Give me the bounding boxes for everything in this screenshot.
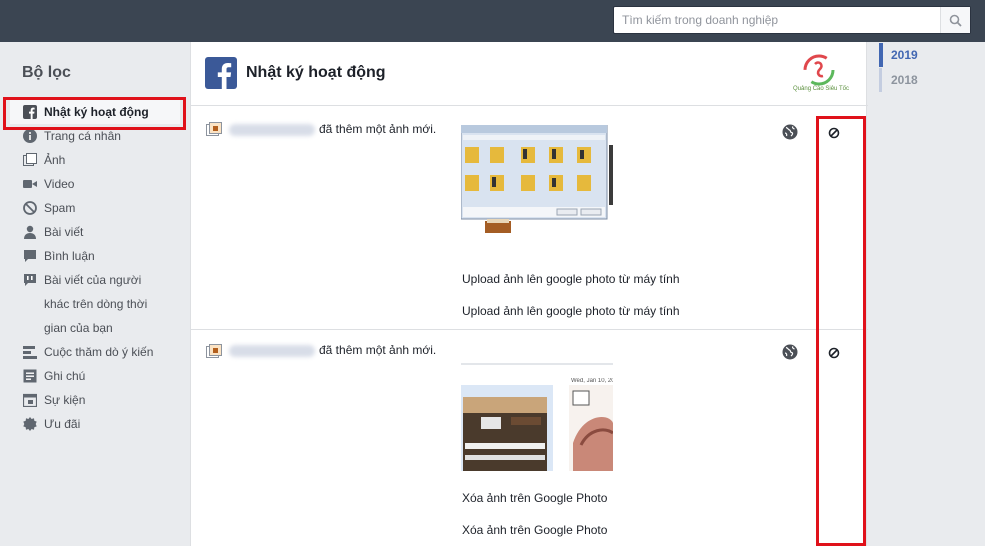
sidebar-item-posts[interactable]: Bài viết	[0, 220, 190, 244]
sidebar-item-label: Cuộc thăm dò ý kiến	[44, 345, 154, 359]
sidebar-item-label: Spam	[44, 201, 76, 215]
sidebar-item-video[interactable]: Video	[0, 172, 190, 196]
sidebar-item-spam[interactable]: Spam	[0, 196, 190, 220]
sidebar-item-label: Bài viết của người	[44, 273, 142, 287]
photo-icon	[23, 153, 37, 167]
search-box	[613, 6, 971, 34]
facebook-logo	[205, 57, 237, 89]
sidebar-item-label-cont: khác trên dòng thời	[44, 297, 148, 311]
spam-icon	[23, 201, 37, 215]
photo-post-icon	[206, 122, 222, 136]
sidebar-item-label: Bài viết	[44, 225, 84, 239]
author-name-blurred[interactable]	[229, 345, 315, 357]
top-bar	[0, 0, 985, 42]
search-icon	[949, 14, 962, 27]
sidebar-item-label: Ảnh	[44, 153, 66, 167]
search-button[interactable]	[940, 7, 970, 33]
sidebar-item-label: Bình luận	[44, 249, 95, 263]
sidebar-item-polls[interactable]: Cuộc thăm dò ý kiến	[0, 340, 190, 364]
photo-description: Xóa ảnh trên Google Photo	[462, 523, 608, 537]
page-title: Nhật ký hoạt động	[246, 64, 386, 81]
year-2018[interactable]: 2018	[879, 68, 985, 92]
sidebar-item-label: Trang cá nhân	[44, 129, 121, 143]
activity-log-panel: Nhật ký hoạt động Quảng Cáo Siêu Tốc đã …	[190, 42, 868, 546]
filter-nav: Nhật ký hoạt động Trang cá nhân Ảnh Vide…	[0, 100, 190, 436]
filter-title: Bộ lọc	[22, 64, 71, 81]
sidebar-item-others-posts[interactable]: Bài viết của người	[0, 268, 190, 292]
brand-logo-text: Quảng Cáo Siêu Tốc	[793, 86, 849, 92]
sidebar-item-label: Sự kiện	[44, 393, 86, 407]
photo-description: Upload ảnh lên google photo từ máy tính	[462, 304, 680, 318]
highlight-box-activity-log	[3, 97, 186, 130]
activity-entry: đã thêm một ảnh mới. Upload ảnh lên goog…	[191, 112, 868, 330]
sidebar-item-events[interactable]: Sự kiện	[0, 388, 190, 412]
sidebar-item-label: Ưu đãi	[44, 417, 81, 431]
photo-caption: Upload ảnh lên google photo từ máy tính	[462, 272, 680, 286]
photo-date-label: Wed, Jan 10, 201	[571, 378, 613, 384]
activity-text: đã thêm một ảnh mới.	[319, 122, 437, 136]
person-icon	[23, 225, 37, 239]
sidebar-item-photos[interactable]: Ảnh	[0, 148, 190, 172]
photo-post-icon	[206, 344, 222, 358]
offer-icon	[23, 417, 37, 431]
calendar-icon	[23, 393, 37, 407]
globe-icon[interactable]	[782, 124, 798, 140]
note-icon	[23, 369, 37, 383]
sidebar-item-comments[interactable]: Bình luận	[0, 244, 190, 268]
sidebar-item-offers[interactable]: Ưu đãi	[0, 412, 190, 436]
info-icon	[23, 129, 37, 143]
poll-icon	[23, 345, 37, 359]
activity-text: đã thêm một ảnh mới.	[319, 343, 437, 357]
highlight-box-actions	[816, 116, 866, 546]
video-icon	[23, 177, 37, 191]
sidebar-item-label-cont: gian của bạn	[44, 321, 113, 335]
year-nav: 2019 2018	[879, 42, 985, 92]
photo-thumbnail[interactable]	[461, 125, 613, 233]
post-icon	[23, 273, 37, 287]
globe-icon[interactable]	[782, 344, 798, 360]
sidebar-item-label: Video	[44, 177, 75, 191]
brand-logo: Quảng Cáo Siêu Tốc	[781, 50, 861, 100]
sidebar-item-notes[interactable]: Ghi chú	[0, 364, 190, 388]
activity-entry: đã thêm một ảnh mới. Wed, Jan 10, 201 Xó…	[191, 330, 868, 546]
comment-icon	[23, 249, 37, 263]
panel-header: Nhật ký hoạt động Quảng Cáo Siêu Tốc	[191, 42, 868, 106]
sidebar-item-label: Ghi chú	[44, 369, 86, 383]
author-name-blurred[interactable]	[229, 124, 315, 136]
year-2019[interactable]: 2019	[879, 43, 985, 67]
search-input[interactable]	[614, 7, 940, 33]
photo-caption: Xóa ảnh trên Google Photo	[462, 491, 608, 505]
